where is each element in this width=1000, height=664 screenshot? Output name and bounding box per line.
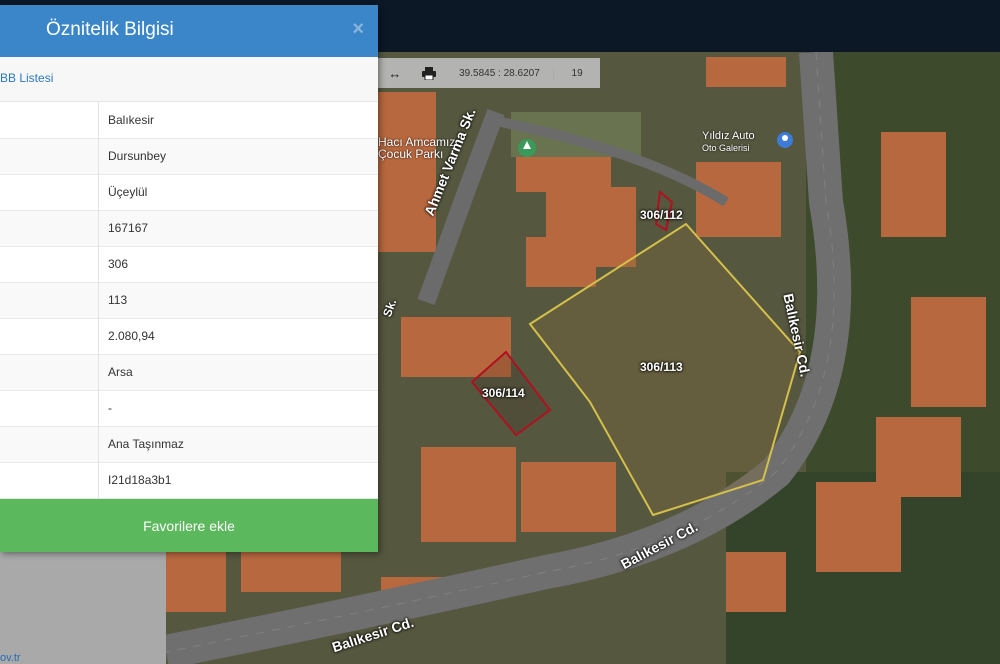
coordinates-readout: 39.5845 : 28.6207: [459, 67, 540, 79]
poi-park-line2: Çocuk Parkı: [378, 147, 444, 161]
bb-list-link[interactable]: BB Listesi: [0, 71, 53, 85]
attribute-value-cell: Dursunbey: [108, 149, 167, 163]
table-row: 2.080,94: [0, 318, 378, 354]
attribute-info-panel: Öznitelik Bilgisi × BB Listesi Balıkesir…: [0, 5, 378, 552]
zoom-level-readout: 19: [553, 67, 600, 79]
attribute-key-cell: [0, 318, 99, 354]
table-row: Dursunbey: [0, 138, 378, 174]
poi-auto-line1: Yıldız Auto: [702, 130, 755, 142]
attribute-key-cell: [0, 174, 99, 210]
attribute-value-cell: I21d18a3b1: [108, 473, 172, 487]
attribute-table: Balıkesir Dursunbey Üçeylül 167167 306 1…: [0, 102, 378, 499]
attribute-value-cell: -: [108, 401, 112, 415]
table-row: Üçeylül: [0, 174, 378, 210]
attribute-key-cell: [0, 210, 99, 246]
footer-link[interactable]: ov.tr: [0, 652, 21, 664]
panel-title: Öznitelik Bilgisi: [46, 19, 174, 40]
print-icon[interactable]: [412, 58, 446, 88]
attribute-key-cell: [0, 354, 99, 390]
table-row: Arsa: [0, 354, 378, 390]
attribute-key-cell: [0, 390, 99, 426]
measure-icon[interactable]: ↔: [378, 58, 412, 88]
attribute-value-cell: Üçeylül: [108, 185, 148, 199]
table-row: I21d18a3b1: [0, 462, 378, 498]
poi-auto-line2: Oto Galerisi: [702, 143, 750, 153]
attribute-key-cell: [0, 246, 99, 282]
table-row: 167167: [0, 210, 378, 246]
attribute-value-cell: 167167: [108, 221, 149, 235]
attribute-key-cell: [0, 426, 99, 462]
table-row: Ana Taşınmaz: [0, 426, 378, 462]
map-toolbar: ↔ 39.5845 : 28.6207 19: [378, 58, 600, 88]
attribute-value-cell: 2.080,94: [108, 329, 155, 343]
add-to-favorites-button[interactable]: Favorilere ekle: [0, 499, 378, 552]
parcel-label-west: 306/114: [482, 386, 525, 400]
poi-auto-label: Yıldız Auto Oto Galerisi: [702, 130, 755, 154]
table-row: 113: [0, 282, 378, 318]
attribute-value-cell: 306: [108, 257, 129, 271]
table-row: -: [0, 390, 378, 426]
close-icon[interactable]: ×: [352, 18, 364, 41]
parcel-label-north: 306/112: [640, 208, 683, 222]
attribute-value-cell: Arsa: [108, 365, 133, 379]
list-link-row: BB Listesi: [0, 57, 378, 102]
attribute-key-cell: [0, 462, 99, 498]
attribute-value-cell: 113: [108, 293, 128, 307]
parcel-label-main: 306/113: [640, 360, 683, 374]
table-row: Balıkesir: [0, 102, 378, 138]
attribute-key-cell: [0, 102, 99, 138]
attribute-key-cell: [0, 282, 99, 318]
attribute-value-cell: Ana Taşınmaz: [108, 437, 184, 451]
table-row: 306: [0, 246, 378, 282]
panel-header: Öznitelik Bilgisi ×: [0, 5, 378, 57]
attribute-key-cell: [0, 138, 99, 174]
attribute-value-cell: Balıkesir: [108, 112, 155, 127]
